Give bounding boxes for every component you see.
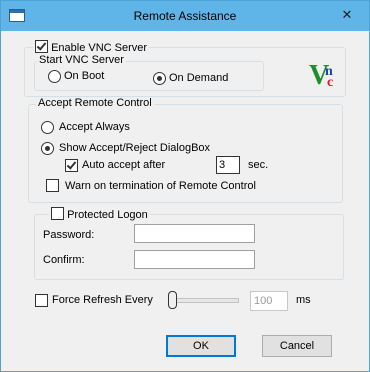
- enable-vnc-server-checkbox[interactable]: [35, 40, 48, 53]
- refresh-unit-label: ms: [296, 294, 311, 306]
- seconds-unit-label: sec.: [248, 159, 269, 171]
- force-refresh-checkbox[interactable]: [35, 294, 48, 307]
- protected-logon-label: Protected Logon: [67, 209, 148, 221]
- vnc-logo-icon: V n c: [309, 57, 339, 91]
- force-refresh-label[interactable]: Force Refresh Every: [52, 294, 153, 306]
- refresh-slider-thumb[interactable]: [168, 291, 177, 309]
- password-field[interactable]: [134, 224, 255, 243]
- on-demand-label[interactable]: On Demand: [169, 72, 228, 84]
- on-boot-radio[interactable]: [48, 70, 61, 83]
- accept-always-radio[interactable]: [41, 121, 54, 134]
- warn-termination-label[interactable]: Warn on termination of Remote Control: [65, 180, 256, 192]
- title-bar[interactable]: Remote Assistance ✕: [1, 1, 369, 31]
- warn-termination-checkbox[interactable]: [46, 179, 59, 192]
- show-dialog-radio[interactable]: [41, 142, 54, 155]
- enable-vnc-server[interactable]: Enable VNC Server: [33, 40, 150, 54]
- start-vnc-server-label: Start VNC Server: [37, 54, 126, 66]
- refresh-slider-track[interactable]: [172, 298, 239, 303]
- on-demand-radio[interactable]: [153, 72, 166, 85]
- cancel-button[interactable]: Cancel: [262, 335, 332, 357]
- auto-accept-label[interactable]: Auto accept after: [82, 159, 165, 171]
- remote-assistance-window: Remote Assistance ✕ Enable VNC Server St…: [0, 0, 370, 372]
- accept-always-label[interactable]: Accept Always: [59, 121, 130, 133]
- accept-remote-control-label: Accept Remote Control: [36, 97, 154, 109]
- confirm-field[interactable]: [134, 250, 255, 269]
- protected-logon-checkbox[interactable]: [51, 207, 64, 220]
- on-boot-label[interactable]: On Boot: [64, 70, 104, 82]
- confirm-label: Confirm:: [43, 254, 85, 266]
- auto-accept-checkbox[interactable]: [65, 159, 78, 172]
- protected-logon[interactable]: Protected Logon: [49, 207, 150, 221]
- ok-button[interactable]: OK: [166, 335, 236, 357]
- close-icon[interactable]: ✕: [325, 1, 369, 30]
- refresh-interval-value: 100: [254, 295, 273, 307]
- show-dialog-label[interactable]: Show Accept/Reject DialogBox: [59, 142, 210, 154]
- refresh-interval-input[interactable]: 100: [250, 291, 288, 311]
- vnc-logo-c: c: [327, 75, 333, 87]
- auto-accept-seconds-value: 3: [219, 159, 226, 171]
- enable-vnc-server-label: Enable VNC Server: [51, 42, 148, 54]
- auto-accept-seconds-input[interactable]: 3: [216, 156, 240, 174]
- password-label: Password:: [43, 229, 95, 241]
- window-title: Remote Assistance: [133, 9, 237, 23]
